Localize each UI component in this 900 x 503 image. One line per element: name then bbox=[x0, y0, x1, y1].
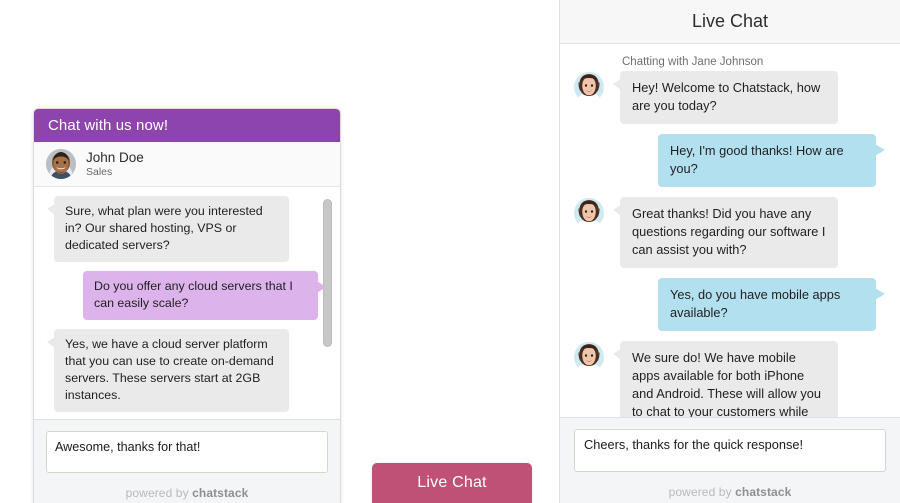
left-widget-header: Chat with us now! bbox=[34, 109, 340, 142]
right-message-list[interactable]: Chatting with Jane Johnson Hey! Welcome … bbox=[560, 44, 900, 417]
left-agent-role: Sales bbox=[86, 165, 113, 178]
female-avatar-photo bbox=[574, 72, 604, 102]
user-message-bubble: Do you offer any cloud servers that I ca… bbox=[83, 271, 326, 320]
message-row: Hey, I'm good thanks! How are you? bbox=[574, 134, 886, 187]
male-avatar-photo bbox=[46, 149, 76, 179]
left-powered-prefix: powered by bbox=[125, 486, 193, 500]
right-powered-brand: chatstack bbox=[735, 485, 792, 499]
left-agent-bar: John Doe Sales bbox=[34, 142, 340, 187]
female-avatar-photo bbox=[574, 342, 604, 372]
right-panel-header: Live Chat bbox=[560, 0, 900, 44]
chatting-with-label: Chatting with Jane Johnson bbox=[622, 56, 764, 68]
user-message-bubble: Hey, I'm good thanks! How are you? bbox=[658, 134, 885, 187]
message-row: Great thanks! Did you have any questions… bbox=[574, 197, 886, 268]
message-row: Sure, what plan were you interested in? … bbox=[46, 196, 328, 262]
live-chat-button[interactable]: Live Chat bbox=[372, 463, 532, 503]
message-row: Yes, we have a cloud server platform tha… bbox=[46, 329, 328, 412]
female-avatar-photo bbox=[574, 198, 604, 228]
left-message-input[interactable] bbox=[46, 431, 328, 473]
left-chat-widget: Chat with us now! John Doe Sales Sure, w… bbox=[33, 108, 341, 503]
left-powered-by: powered by chatstack bbox=[46, 486, 328, 500]
agent-message-bubble: Yes, we have a cloud server platform tha… bbox=[47, 329, 289, 412]
agent-message-bubble: Great thanks! Did you have any questions… bbox=[613, 197, 838, 268]
agent-message-bubble: We sure do! We have mobile apps availabl… bbox=[613, 341, 838, 417]
user-message-bubble: Yes, do you have mobile apps available? bbox=[658, 278, 885, 331]
left-widget-header-title: Chat with us now! bbox=[48, 117, 169, 134]
left-scrollbar-track[interactable] bbox=[323, 193, 332, 413]
left-compose-area: powered by chatstack bbox=[34, 419, 340, 503]
left-powered-brand: chatstack bbox=[192, 486, 249, 500]
message-row: Yes, do you have mobile apps available? bbox=[574, 278, 886, 331]
right-panel-title: Live Chat bbox=[691, 11, 769, 31]
left-scrollbar-thumb[interactable] bbox=[323, 199, 332, 347]
message-row: We sure do! We have mobile apps availabl… bbox=[574, 341, 886, 417]
agent-message-bubble: Hey! Welcome to Chatstack, how are you t… bbox=[613, 71, 838, 124]
right-powered-prefix: powered by bbox=[668, 485, 736, 499]
agent-message-bubble: Sure, what plan were you interested in? … bbox=[47, 196, 289, 262]
left-agent-info: John Doe Sales bbox=[86, 150, 144, 178]
right-chat-panel: Live Chat Chatting with Jane Johnson Hey… bbox=[559, 0, 900, 503]
right-compose-area: powered by chatstack bbox=[560, 417, 900, 503]
left-message-list[interactable]: Sure, what plan were you interested in? … bbox=[34, 187, 340, 419]
message-row: Hey! Welcome to Chatstack, how are you t… bbox=[574, 71, 886, 124]
right-powered-by: powered by chatstack bbox=[574, 485, 886, 499]
left-agent-name: John Doe bbox=[86, 150, 144, 166]
message-row: Do you offer any cloud servers that I ca… bbox=[46, 271, 328, 320]
right-message-input[interactable] bbox=[574, 429, 886, 472]
screenshot-root: Chat with us now! John Doe Sales Sure, w… bbox=[0, 0, 900, 503]
